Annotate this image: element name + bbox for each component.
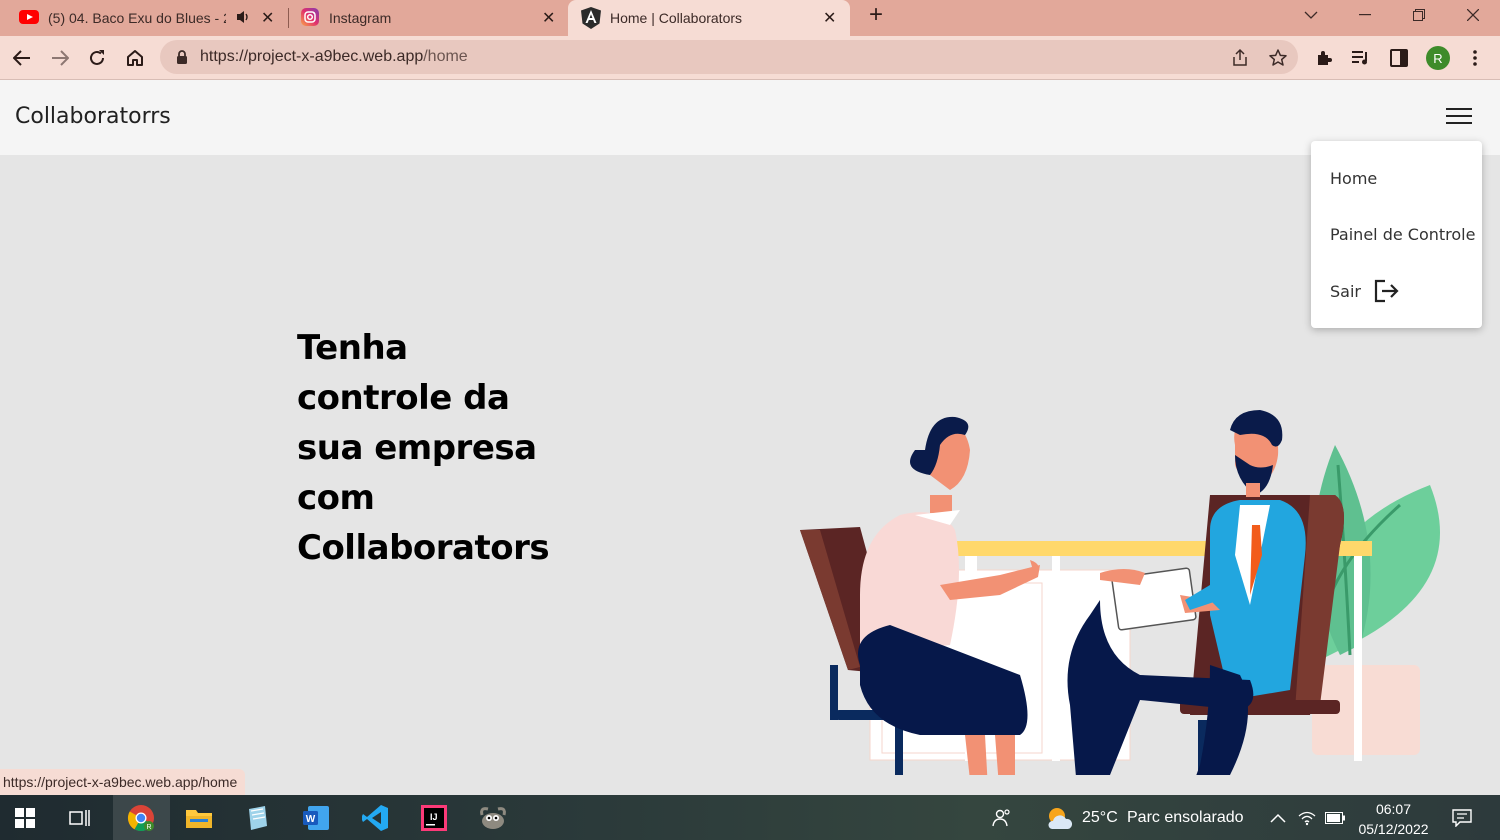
vscode-icon[interactable] bbox=[359, 802, 391, 834]
gimp-icon[interactable] bbox=[477, 802, 509, 834]
word-icon[interactable]: W bbox=[300, 802, 332, 834]
weather-description[interactable]: Parc ensolarado bbox=[1127, 809, 1244, 827]
headline-line: sua empresa bbox=[297, 428, 537, 468]
url-text: https://project-x-a9bec.web.app/home bbox=[200, 48, 468, 66]
tab-title: (5) 04. Baco Exu do Blues - 2 bbox=[48, 10, 226, 26]
close-tab-icon[interactable]: ✕ bbox=[261, 8, 274, 28]
back-button[interactable] bbox=[8, 44, 36, 72]
task-view-icon[interactable] bbox=[64, 802, 96, 834]
tab-youtube[interactable]: (5) 04. Baco Exu do Blues - 2 ✕ bbox=[0, 0, 286, 36]
clock-date: 05/12/2022 bbox=[1358, 821, 1429, 837]
chevron-up-icon[interactable] bbox=[1262, 802, 1294, 834]
tab-strip: (5) 04. Baco Exu do Blues - 2 ✕ Instagra… bbox=[0, 0, 1500, 36]
youtube-icon bbox=[19, 10, 39, 27]
side-panel-icon[interactable] bbox=[1387, 46, 1411, 70]
meeting-illustration bbox=[800, 410, 1440, 775]
tab-divider bbox=[288, 8, 289, 28]
dropdown-menu: Home Painel de Controle Sair bbox=[1311, 141, 1482, 328]
url-path: /home bbox=[423, 48, 468, 65]
close-tab-icon[interactable]: ✕ bbox=[542, 8, 555, 28]
tab-title: Instagram bbox=[329, 10, 392, 26]
chrome-icon[interactable]: R bbox=[125, 802, 157, 834]
address-bar[interactable]: https://project-x-a9bec.web.app/home bbox=[160, 40, 1298, 74]
tab-search-icon[interactable] bbox=[1284, 0, 1338, 30]
svg-text:IJ: IJ bbox=[430, 812, 438, 822]
menu-item-label: Painel de Controle bbox=[1330, 224, 1476, 244]
windows-start-icon[interactable] bbox=[9, 802, 41, 834]
home-icon bbox=[127, 50, 143, 66]
battery-icon[interactable] bbox=[1319, 802, 1351, 834]
window-controls bbox=[1284, 0, 1500, 36]
notepad-icon[interactable] bbox=[241, 802, 273, 834]
logout-icon bbox=[1374, 279, 1400, 303]
headline-line: controle da bbox=[297, 378, 510, 418]
brand-title[interactable]: Collaboratorrs bbox=[15, 104, 171, 129]
forward-button[interactable] bbox=[46, 44, 74, 72]
angular-icon bbox=[581, 7, 601, 32]
headline-line: com bbox=[297, 478, 375, 518]
file-explorer-icon[interactable] bbox=[183, 802, 215, 834]
forward-arrow-icon bbox=[52, 50, 69, 66]
svg-text:W: W bbox=[306, 814, 316, 825]
notifications-icon[interactable] bbox=[1446, 802, 1478, 834]
svg-text:R: R bbox=[146, 824, 151, 831]
speaker-icon[interactable] bbox=[236, 9, 250, 28]
menu-item-label: Home bbox=[1330, 168, 1378, 188]
reload-button[interactable] bbox=[83, 44, 111, 72]
browser-toolbar: https://project-x-a9bec.web.app/home R bbox=[0, 36, 1500, 80]
menu-item-sair[interactable]: Sair bbox=[1311, 267, 1482, 315]
menu-item-label: Sair bbox=[1330, 281, 1361, 301]
hero-headline: Tenha controle da sua empresa com Collab… bbox=[297, 323, 557, 573]
minimize-icon[interactable] bbox=[1338, 0, 1392, 30]
people-icon[interactable] bbox=[986, 802, 1018, 834]
bookmark-star-icon[interactable] bbox=[1268, 48, 1288, 68]
media-control-icon[interactable] bbox=[1349, 46, 1373, 70]
headline-line: Collaborators bbox=[297, 528, 550, 568]
status-url-tooltip: https://project-x-a9bec.web.app/home bbox=[0, 769, 246, 795]
weather-icon[interactable] bbox=[1043, 802, 1075, 834]
lock-icon[interactable] bbox=[176, 50, 188, 69]
extensions-icon[interactable] bbox=[1312, 46, 1336, 70]
restore-icon[interactable] bbox=[1392, 0, 1446, 30]
tab-title: Home | Collaborators bbox=[610, 10, 743, 26]
web-page: Collaboratorrs Tenha controle da sua emp… bbox=[0, 80, 1500, 795]
reload-icon bbox=[90, 50, 104, 65]
close-window-icon[interactable] bbox=[1446, 0, 1500, 30]
kebab-menu-icon[interactable] bbox=[1463, 46, 1487, 70]
headline-line: Tenha bbox=[297, 328, 408, 368]
clock-time: 06:07 bbox=[1375, 801, 1412, 817]
share-icon[interactable] bbox=[1230, 48, 1250, 68]
instagram-icon bbox=[301, 8, 319, 29]
close-tab-icon[interactable]: ✕ bbox=[823, 8, 836, 28]
tab-collaborators[interactable]: Home | Collaborators ✕ bbox=[568, 0, 850, 36]
app-navbar: Collaboratorrs bbox=[0, 80, 1500, 155]
profile-avatar[interactable]: R bbox=[1426, 46, 1450, 70]
intellij-icon[interactable]: IJ bbox=[418, 802, 450, 834]
menu-item-painel-de-controle[interactable]: Painel de Controle bbox=[1311, 210, 1482, 258]
url-host: https://project-x-a9bec.web.app bbox=[200, 48, 424, 65]
new-tab-button[interactable]: + bbox=[864, 3, 888, 28]
hamburger-menu-icon[interactable] bbox=[1446, 108, 1472, 128]
back-arrow-icon bbox=[13, 50, 30, 66]
windows-taskbar: R W IJ 25°C Parc ensolarado 06:07 05/12/… bbox=[0, 795, 1500, 840]
system-clock[interactable]: 06:07 05/12/2022 bbox=[1356, 799, 1431, 839]
menu-item-home[interactable]: Home bbox=[1311, 154, 1482, 202]
home-button[interactable] bbox=[121, 44, 149, 72]
weather-temperature[interactable]: 25°C bbox=[1082, 809, 1118, 827]
tab-instagram[interactable]: Instagram ✕ bbox=[290, 0, 566, 36]
